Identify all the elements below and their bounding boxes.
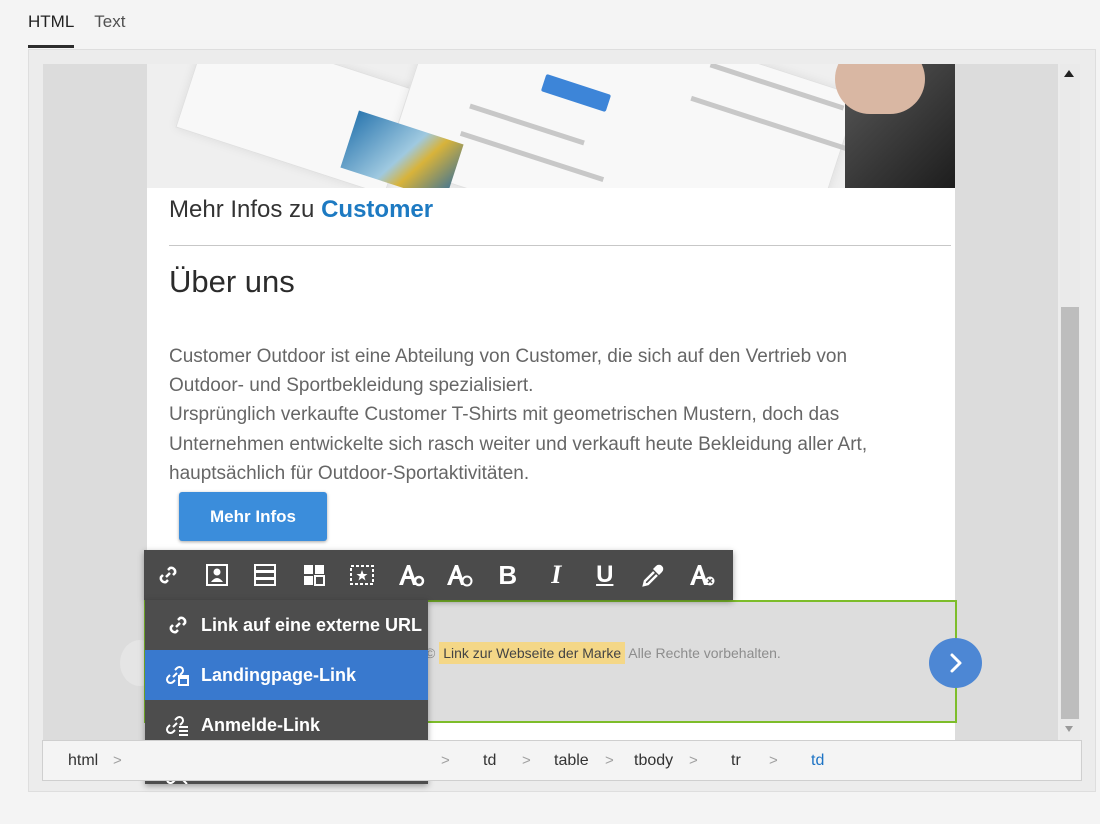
layout-grid-tool[interactable] <box>290 550 339 600</box>
scroll-down-arrow-icon[interactable] <box>1065 726 1073 732</box>
italic-tool[interactable]: I <box>532 550 581 600</box>
about-paragraph[interactable]: Customer Outdoor ist eine Abteilung von … <box>169 342 951 488</box>
font-size-tool[interactable] <box>387 550 436 600</box>
layout-rows-icon <box>254 564 277 586</box>
clear-format-tool[interactable] <box>678 550 727 600</box>
menu-item-landing-page-link[interactable]: Landingpage-Link <box>145 650 428 700</box>
more-info-prefix: Mehr Infos zu <box>169 196 315 223</box>
breadcrumb: html > > td > table > tbody > tr > td <box>42 740 1082 781</box>
color-picker-tool[interactable] <box>629 550 678 600</box>
about-heading[interactable]: Über uns <box>169 264 295 300</box>
tab-text[interactable]: Text <box>94 0 125 48</box>
contact-card-icon <box>205 564 228 586</box>
clear-format-icon <box>689 565 715 586</box>
breadcrumb-item-tr[interactable]: tr <box>731 752 741 770</box>
tab-html[interactable]: HTML <box>28 0 75 48</box>
paragraph-line: Unternehmen entwickelte sich rasch weite… <box>169 433 868 455</box>
vertical-scrollbar[interactable] <box>1060 64 1080 740</box>
editor-tabs: HTML Text <box>28 0 145 50</box>
menu-item-label: Link auf eine externe URL <box>201 614 423 635</box>
menu-item-external-url[interactable]: Link auf eine externe URL <box>145 600 428 650</box>
link-tool[interactable] <box>144 550 193 600</box>
footer-text[interactable]: © Link zur Webseite der Marke Alle Recht… <box>425 642 781 664</box>
underline-icon: U <box>596 561 614 588</box>
personalization-tool[interactable] <box>338 550 387 600</box>
format-toolbar: B I U <box>144 550 733 600</box>
scrollbar-thumb[interactable] <box>1061 307 1079 719</box>
breadcrumb-separator-icon: > <box>441 752 450 769</box>
brand-website-link[interactable]: Link zur Webseite der Marke <box>439 642 626 664</box>
breadcrumb-item-html[interactable]: html <box>68 752 98 770</box>
landing-page-link-icon <box>165 665 189 686</box>
layout-grid-icon <box>303 565 325 586</box>
breadcrumb-separator-icon: > <box>605 752 614 769</box>
font-style-tool[interactable] <box>435 550 484 600</box>
breadcrumb-item-tbody[interactable]: tbody <box>634 752 673 770</box>
hero-image[interactable] <box>147 64 955 188</box>
menu-item-label: Anmelde-Link <box>201 714 321 735</box>
chevron-right-icon <box>950 653 961 673</box>
personalization-block-icon <box>350 565 375 585</box>
breadcrumb-item-table[interactable]: table <box>554 752 589 770</box>
more-info-heading[interactable]: Mehr Infos zu Customer <box>169 196 433 224</box>
more-info-button[interactable]: Mehr Infos <box>179 492 327 541</box>
breadcrumb-separator-icon: > <box>689 752 698 769</box>
breadcrumb-separator-icon: > <box>113 752 122 769</box>
contact-card-tool[interactable] <box>193 550 242 600</box>
italic-icon: I <box>551 560 562 589</box>
menu-item-label: Landingpage-Link <box>201 664 356 685</box>
bold-icon: B <box>498 559 518 590</box>
layout-rows-tool[interactable] <box>241 550 290 600</box>
hero-card <box>385 64 859 188</box>
underline-tool[interactable]: U <box>581 550 630 600</box>
paragraph-line: Ursprünglich verkaufte Customer T-Shirts… <box>169 404 840 426</box>
paragraph-line: Outdoor- und Sportbekleidung spezialisie… <box>169 375 534 397</box>
bold-tool[interactable]: B <box>484 550 533 600</box>
hero-hand <box>835 64 925 114</box>
breadcrumb-separator-icon: > <box>522 752 531 769</box>
paragraph-line: Customer Outdoor ist eine Abteilung von … <box>169 346 848 367</box>
rights-reserved-text: Alle Rechte vorbehalten. <box>628 645 781 661</box>
paragraph-line: hauptsächlich für Outdoor-Sportaktivität… <box>169 462 530 484</box>
carousel-next-button[interactable] <box>929 638 982 688</box>
link-icon <box>169 616 187 634</box>
subscribe-link-icon <box>165 715 188 736</box>
link-icon <box>159 566 177 584</box>
color-picker-icon <box>642 564 664 587</box>
breadcrumb-separator-icon: > <box>769 752 778 769</box>
font-style-icon <box>447 565 473 587</box>
editor-window: HTML Text Mehr Infos zu Customer Über un… <box>0 0 1100 824</box>
scroll-up-arrow-icon[interactable] <box>1064 70 1074 77</box>
more-info-brand: Customer <box>321 196 434 223</box>
divider <box>169 245 951 246</box>
font-size-icon <box>398 565 424 587</box>
breadcrumb-item-td[interactable]: td <box>483 752 496 770</box>
breadcrumb-item-td-current[interactable]: td <box>811 752 824 770</box>
